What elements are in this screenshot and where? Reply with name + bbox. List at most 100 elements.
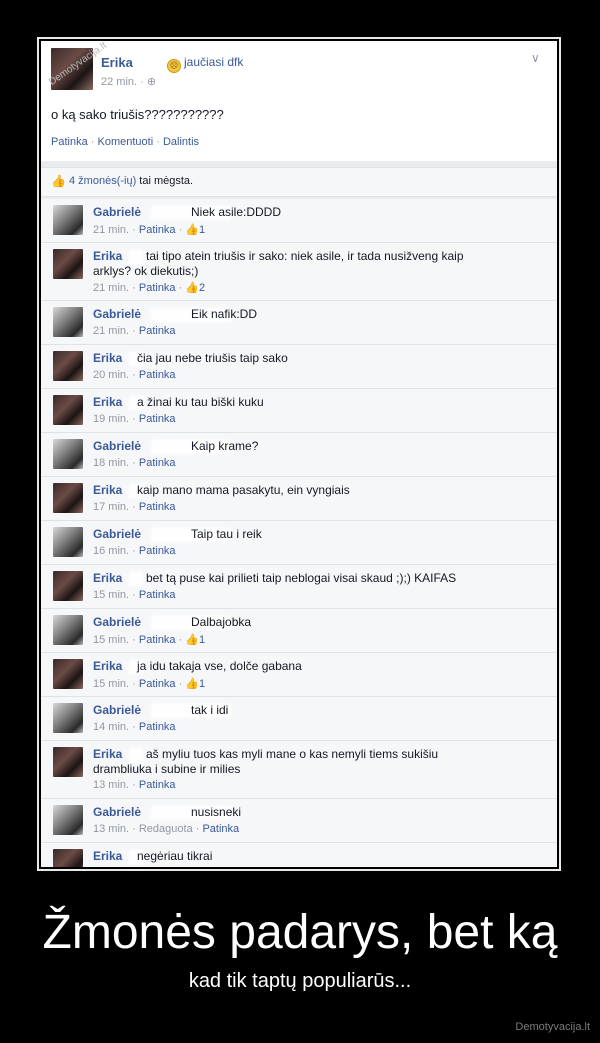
comment-time[interactable]: 16 min. bbox=[93, 545, 129, 557]
comment-row: Erika tai tipo atein triušis ir sako: nie… bbox=[41, 243, 557, 301]
comment-like-link[interactable]: Patinka bbox=[139, 413, 176, 425]
commenter-avatar[interactable] bbox=[53, 527, 83, 557]
comment-like-link[interactable]: Patinka bbox=[139, 779, 176, 791]
likes-count-link[interactable]: 4 žmonės(-ių) bbox=[69, 175, 136, 187]
commenter-avatar[interactable] bbox=[53, 205, 83, 235]
comment-like-link[interactable]: Patinka bbox=[139, 457, 176, 469]
commenter-name[interactable]: Erika bbox=[93, 351, 122, 365]
comment-time[interactable]: 13 min. bbox=[93, 779, 129, 791]
commenter-name[interactable]: Gabrielė bbox=[93, 703, 141, 717]
commenter-avatar[interactable] bbox=[53, 571, 83, 601]
comment-meta: 18 min. · Patinka bbox=[93, 457, 176, 469]
commenter-avatar[interactable] bbox=[53, 747, 83, 777]
comment-like-count[interactable]: 👍1 bbox=[185, 224, 205, 236]
comment-like-link[interactable]: Patinka bbox=[139, 369, 176, 381]
likes-summary: 👍 4 žmonės(-ių) tai mėgsta. bbox=[41, 167, 557, 197]
thumbs-up-icon: 👍 bbox=[185, 634, 200, 646]
comment-row: Gabrielė Eik nafik:DD 21 min. · Patinka bbox=[41, 301, 557, 345]
commenter-avatar[interactable] bbox=[53, 307, 83, 337]
comment-row: Erikanegėriau tikrai12 min. · Patinka · … bbox=[41, 843, 557, 867]
commenter-avatar[interactable] bbox=[53, 249, 83, 279]
globe-icon: ⊕ bbox=[146, 76, 157, 88]
comment-meta: 21 min. · Patinka · 👍1 bbox=[93, 224, 206, 236]
commenter-avatar[interactable] bbox=[53, 439, 83, 469]
commenter-name[interactable]: Erika bbox=[93, 395, 122, 409]
comment-time[interactable]: 21 min. bbox=[93, 282, 129, 294]
commenter-name[interactable]: Gabrielė bbox=[93, 615, 141, 629]
poster-title: Žmonės padarys, bet ką bbox=[42, 906, 558, 959]
comment-text: Dalbajobka bbox=[191, 615, 252, 629]
commenter-name[interactable]: Gabrielė bbox=[93, 439, 141, 453]
comment-like-link[interactable]: Patinka bbox=[139, 501, 176, 513]
comment-like-link[interactable]: Patinka bbox=[139, 678, 176, 690]
commenter-name[interactable]: Gabrielė bbox=[93, 205, 141, 219]
comment-meta: 14 min. · Patinka bbox=[93, 721, 176, 733]
comment-row: Gabrielė Kaip krame? 18 min. · Patinka bbox=[41, 433, 557, 477]
comment-row: Erika aš myliu tuos kas myli mane o kas n… bbox=[41, 741, 557, 799]
share-link[interactable]: Dalintis bbox=[163, 136, 199, 148]
commenter-avatar[interactable] bbox=[53, 659, 83, 689]
comment-time[interactable]: 15 min. bbox=[93, 589, 129, 601]
commenter-name[interactable]: Gabrielė bbox=[93, 805, 141, 819]
comment-time[interactable]: 15 min. bbox=[93, 678, 129, 690]
thumbs-up-icon: 👍 bbox=[185, 224, 200, 236]
comment-like-count[interactable]: 👍1 bbox=[185, 634, 205, 646]
comment-like-link[interactable]: Patinka bbox=[139, 224, 176, 236]
comment-time[interactable]: 14 min. bbox=[93, 721, 129, 733]
comment-text: tak i idi bbox=[191, 703, 229, 717]
comment-time[interactable]: 15 min. bbox=[93, 634, 129, 646]
site-credit: Demotyvacija.lt bbox=[515, 1021, 590, 1033]
comment-text: ja idu takaja vse, dolče gabana bbox=[137, 659, 302, 673]
post-time[interactable]: 22 min. · ⊕ bbox=[101, 75, 156, 88]
commenter-avatar[interactable] bbox=[53, 395, 83, 425]
commenter-name[interactable]: Erika bbox=[93, 659, 122, 673]
comment-row: Gabrielė Niek asile:DDDD 21 min. · Patinka… bbox=[41, 199, 557, 243]
comment-link[interactable]: Komentuoti bbox=[98, 136, 154, 148]
comment-like-link[interactable]: Patinka bbox=[139, 721, 176, 733]
comment-text: kaip mano mama pasakytu, ein vyngiais bbox=[137, 483, 350, 497]
comment-time[interactable]: 19 min. bbox=[93, 413, 129, 425]
comment-like-link[interactable]: Patinka bbox=[139, 589, 176, 601]
comment-like-count[interactable]: 👍2 bbox=[185, 282, 205, 294]
comment-like-link[interactable]: Patinka bbox=[139, 634, 176, 646]
commenter-name[interactable]: Erika bbox=[93, 849, 122, 863]
like-link[interactable]: Patinka bbox=[51, 136, 88, 148]
comment-like-link[interactable]: Patinka bbox=[139, 282, 176, 294]
comment-row: Erika ja idu takaja vse, dolče gabana 15 m… bbox=[41, 653, 557, 697]
commenter-avatar[interactable] bbox=[53, 351, 83, 381]
comment-edited[interactable]: Redaguota bbox=[139, 823, 193, 835]
commenter-avatar[interactable] bbox=[53, 703, 83, 733]
comment-like-link[interactable]: Patinka bbox=[202, 823, 239, 835]
comment-like-link[interactable]: Patinka bbox=[139, 325, 176, 337]
comment-meta: 17 min. · Patinka bbox=[93, 501, 176, 513]
commenter-name[interactable]: Gabrielė bbox=[93, 527, 141, 541]
post-feeling-text: jaučiasi dfk bbox=[184, 55, 244, 69]
comment-time[interactable]: 21 min. bbox=[93, 224, 129, 236]
post-feeling: ☹ jaučiasi dfk bbox=[167, 55, 243, 73]
commenter-avatar[interactable] bbox=[53, 849, 83, 867]
comment-time[interactable]: 13 min. bbox=[93, 823, 129, 835]
comment-meta: 16 min. · Patinka bbox=[93, 545, 176, 557]
comment-text: čia jau nebe triušis taip sako bbox=[137, 351, 288, 365]
post-text: o ką sako triušis??????????? bbox=[51, 107, 224, 122]
comment-like-count[interactable]: 👍1 bbox=[185, 678, 205, 690]
comment-text: Niek asile:DDDD bbox=[191, 205, 282, 219]
commenter-avatar[interactable] bbox=[53, 805, 83, 835]
comment-row: Gabrielė Taip tau i reik 16 min. · Patinka bbox=[41, 521, 557, 565]
comment-time[interactable]: 17 min. bbox=[93, 501, 129, 513]
comment-like-link[interactable]: Patinka bbox=[139, 545, 176, 557]
comment-time[interactable]: 20 min. bbox=[93, 369, 129, 381]
comment-text: aš myliu tuos kas myli mane o kas nemyli… bbox=[93, 747, 439, 776]
thumbs-up-icon: 👍 bbox=[185, 678, 200, 690]
commenter-name[interactable]: Gabrielė bbox=[93, 307, 141, 321]
comment-time[interactable]: 21 min. bbox=[93, 325, 129, 337]
chevron-down-icon[interactable]: ∨ bbox=[531, 51, 540, 65]
comment-row: Erika bet tą puse kai prilieti taip neblo… bbox=[41, 565, 557, 609]
commenter-avatar[interactable] bbox=[53, 483, 83, 513]
post-author-name[interactable]: Erika bbox=[101, 55, 133, 70]
commenter-avatar[interactable] bbox=[53, 615, 83, 645]
commenter-name[interactable]: Erika bbox=[93, 483, 122, 497]
likes-suffix: tai mėgsta. bbox=[136, 175, 194, 187]
comment-time[interactable]: 18 min. bbox=[93, 457, 129, 469]
comment-meta: 15 min. · Patinka · 👍1 bbox=[93, 634, 206, 646]
